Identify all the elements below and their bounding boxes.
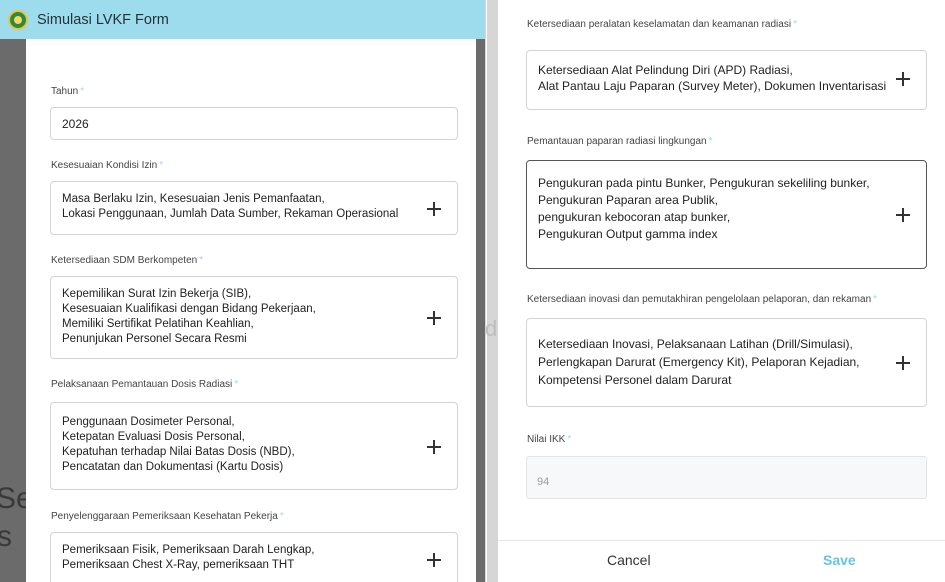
tahun-value: 2026 bbox=[62, 117, 89, 131]
cancel-button[interactable]: Cancel bbox=[607, 552, 651, 568]
app-logo-icon bbox=[8, 9, 28, 30]
add-plus-icon[interactable] bbox=[427, 553, 441, 567]
dosis-field[interactable]: Penggunaan Dosimeter Personal, Ketepatan… bbox=[50, 402, 458, 490]
field-label-dosis: Pelaksanaan Pemantauan Dosis Radiasi * bbox=[51, 379, 239, 390]
field-label-tahun: Tahun * bbox=[51, 86, 85, 97]
sdm-field[interactable]: Kepemilikan Surat Izin Bekerja (SIB), Ke… bbox=[50, 276, 458, 359]
field-label-kondisi-izin: Kesesuaian Kondisi Izin * bbox=[51, 160, 164, 171]
right-form-panel: Ketersediaan peralatan keselamatan dan k… bbox=[498, 0, 945, 582]
peralatan-value: Ketersediaan Alat Pelindung Diri (APD) R… bbox=[538, 63, 887, 93]
field-label-inovasi: Ketersediaan inovasi dan pemutakhiran pe… bbox=[527, 294, 878, 305]
inovasi-field[interactable]: Ketersediaan Inovasi, Pelaksanaan Latiha… bbox=[526, 318, 927, 407]
background-overlay-right bbox=[476, 39, 485, 582]
form-header: Simulasi LVKF Form bbox=[0, 0, 485, 39]
kondisi-izin-field[interactable]: Masa Berlaku Izin, Kesesuaian Jenis Pema… bbox=[50, 181, 458, 235]
add-plus-icon[interactable] bbox=[427, 440, 441, 454]
peralatan-field[interactable]: Ketersediaan Alat Pelindung Diri (APD) R… bbox=[526, 50, 927, 110]
background-text-fragment: s bbox=[0, 520, 12, 554]
background-overlay-left: Se s bbox=[0, 39, 33, 582]
add-plus-icon[interactable] bbox=[427, 311, 441, 325]
add-plus-icon[interactable] bbox=[896, 208, 910, 222]
paparan-value: Pengukuran pada pintu Bunker, Pengukuran… bbox=[538, 176, 870, 241]
field-label-kesehatan: Penyelenggaraan Pemeriksaan Kesehatan Pe… bbox=[51, 511, 284, 522]
left-form-panel: Simulasi LVKF Form Se s Tahun* 2026 Kese… bbox=[0, 0, 486, 582]
kondisi-izin-value: Masa Berlaku Izin, Kesesuaian Jenis Pema… bbox=[62, 193, 399, 220]
background-overlay-right-panel: d bbox=[485, 0, 498, 582]
paparan-field[interactable]: Pengukuran pada pintu Bunker, Pengukuran… bbox=[526, 160, 927, 269]
nilai-ikk-field: 94 bbox=[526, 456, 927, 499]
field-label-nilai-ikk: Nilai IKK * bbox=[527, 434, 572, 445]
add-plus-icon[interactable] bbox=[427, 202, 441, 216]
nilai-ikk-value: 94 bbox=[537, 476, 550, 488]
kesehatan-field[interactable]: Pemeriksaan Fisik, Pemeriksaan Darah Len… bbox=[50, 532, 458, 582]
sdm-value: Kepemilikan Surat Izin Bekerja (SIB), Ke… bbox=[62, 288, 316, 345]
field-label-sdm: Ketersediaan SDM Berkompeten * bbox=[51, 255, 204, 266]
form-title: Simulasi LVKF Form bbox=[37, 11, 169, 28]
background-text-fragment: d bbox=[485, 316, 498, 341]
kesehatan-value: Pemeriksaan Fisik, Pemeriksaan Darah Len… bbox=[62, 544, 315, 571]
add-plus-icon[interactable] bbox=[896, 72, 910, 86]
dosis-value: Penggunaan Dosimeter Personal, Ketepatan… bbox=[62, 416, 295, 473]
dialog-footer: Cancel Save bbox=[498, 540, 945, 582]
tahun-field[interactable]: 2026 bbox=[50, 107, 458, 140]
form-sheet: Tahun * 2026 Kesesuaian Kondisi Izin * Mas… bbox=[26, 39, 476, 582]
add-plus-icon[interactable] bbox=[896, 356, 910, 370]
save-button[interactable]: Save bbox=[823, 552, 856, 568]
field-label-peralatan: Ketersediaan peralatan keselamatan dan k… bbox=[527, 19, 797, 30]
inovasi-value: Ketersediaan Inovasi, Pelaksanaan Latiha… bbox=[538, 337, 860, 387]
field-label-paparan: Pemantauan paparan radiasi lingkungan * bbox=[527, 136, 713, 147]
